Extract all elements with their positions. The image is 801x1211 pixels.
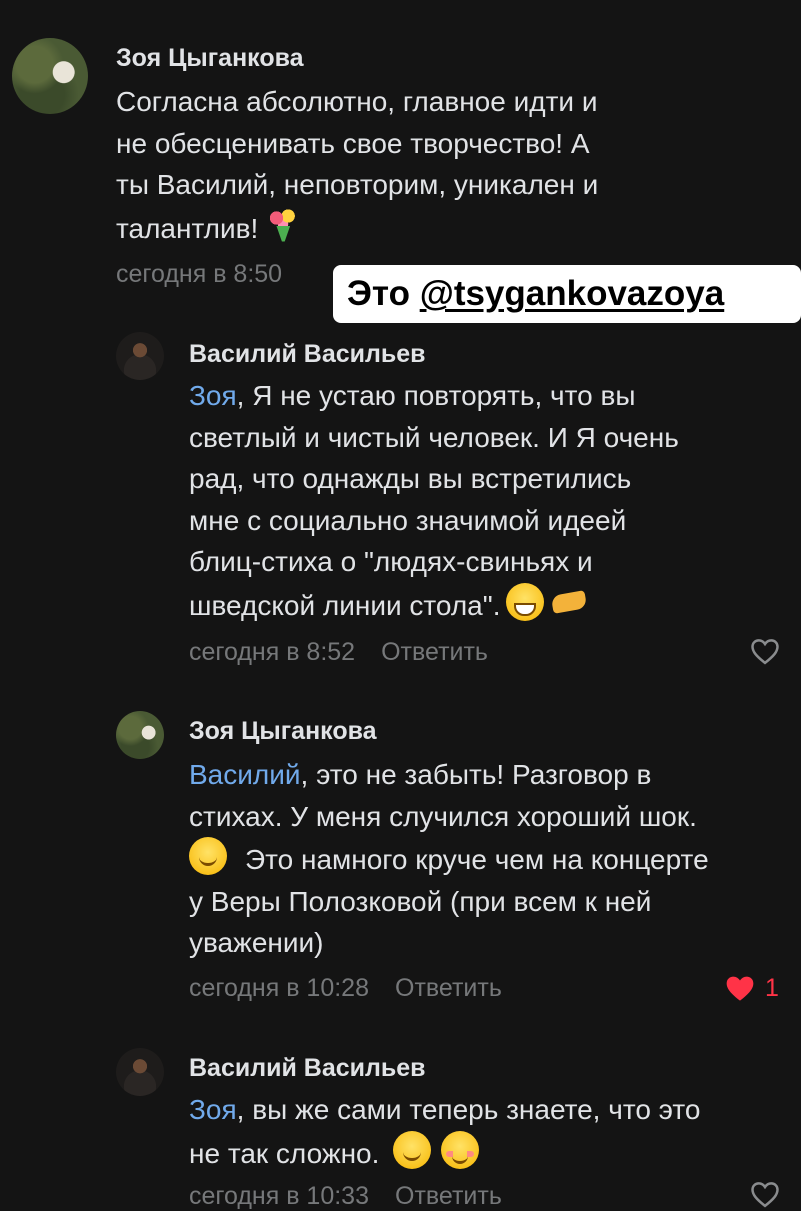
comment-line: мне с социально значимой идеей <box>189 504 627 536</box>
wink-emoji-icon <box>393 1130 432 1169</box>
comment-line: талантлив! <box>116 206 598 250</box>
blush-emoji-icon <box>441 1130 480 1169</box>
smile-emoji-icon <box>189 837 227 875</box>
avatar[interactable] <box>116 1048 164 1096</box>
sticker-prefix: Это <box>347 274 420 313</box>
comment-line: светлый и чистый человек. И Я очень <box>189 421 679 453</box>
comment-time: сегодня в 10:28 <box>189 974 369 1002</box>
comment-meta: сегодня в 8:52 Ответить <box>189 638 488 667</box>
comment-author[interactable]: Зоя Цыганкова <box>116 44 304 73</box>
reply-button[interactable]: Ответить <box>395 974 502 1002</box>
comment-author[interactable]: Зоя Цыганкова <box>189 717 377 746</box>
comment-meta: сегодня в 10:28 Ответить <box>189 974 502 1003</box>
heart-filled-icon[interactable] <box>724 973 756 1003</box>
comment-time: сегодня в 8:50 <box>116 260 283 288</box>
comment-text: Согласна абсолютно, главное идти и не об… <box>116 81 598 249</box>
mention-sticker[interactable]: Это @tsygankovazoya <box>333 265 801 323</box>
mention-link[interactable]: Зоя <box>189 380 237 411</box>
grin-emoji-icon <box>506 582 545 621</box>
bouquet-emoji-icon <box>264 206 302 244</box>
comment-author[interactable]: Василий Васильев <box>189 1054 426 1083</box>
comment-time: сегодня в 8:52 <box>189 638 356 666</box>
comment-author[interactable]: Василий Васильев <box>189 340 426 369</box>
comment-text: Василий, это не забыть! Разговор в стиха… <box>189 754 709 964</box>
comment-line: ты Василий, неповторим, уникален и <box>116 169 599 200</box>
comment-time: сегодня в 10:33 <box>189 1182 369 1210</box>
heart-outline-icon[interactable] <box>750 637 780 665</box>
like-count: 1 <box>765 974 779 1002</box>
comment-line: у Веры Полозковой (при всем к ней <box>189 885 652 917</box>
comment-line: рад, что однажды вы встретились <box>189 463 632 494</box>
handshake-emoji-icon <box>550 583 588 621</box>
reply-button[interactable]: Ответить <box>381 638 488 666</box>
avatar[interactable] <box>116 711 164 759</box>
heart-outline-icon[interactable] <box>750 1180 780 1208</box>
avatar[interactable] <box>12 38 88 114</box>
mention-link[interactable]: Василий <box>189 759 301 790</box>
comment-line: Это намного круче чем на концерте <box>189 837 709 881</box>
comment-text: Зоя, Я не устаю повторять, что вы светлы… <box>189 375 679 626</box>
comment-text: Зоя, вы же сами теперь знаете, что это н… <box>189 1089 700 1174</box>
comment-line: уважении) <box>189 927 324 958</box>
mention-link[interactable]: Зоя <box>189 1094 237 1125</box>
comment-line: стихах. У меня случился хороший шок. <box>189 800 697 832</box>
comment-line: шведской линии стола". <box>189 582 679 627</box>
reply-button[interactable]: Ответить <box>395 1182 502 1210</box>
comment-meta: сегодня в 10:33 Ответить <box>189 1182 502 1211</box>
comment-line: Согласна абсолютно, главное идти и <box>116 86 598 117</box>
sticker-handle[interactable]: @tsygankovazoya <box>420 274 725 313</box>
comment-line: не обесценивать свое творчество! А <box>116 127 590 159</box>
avatar[interactable] <box>116 332 164 380</box>
comment-line: блиц-стиха о "людях-свиньях и <box>189 546 593 577</box>
comment-line: не так сложно. <box>189 1130 700 1175</box>
